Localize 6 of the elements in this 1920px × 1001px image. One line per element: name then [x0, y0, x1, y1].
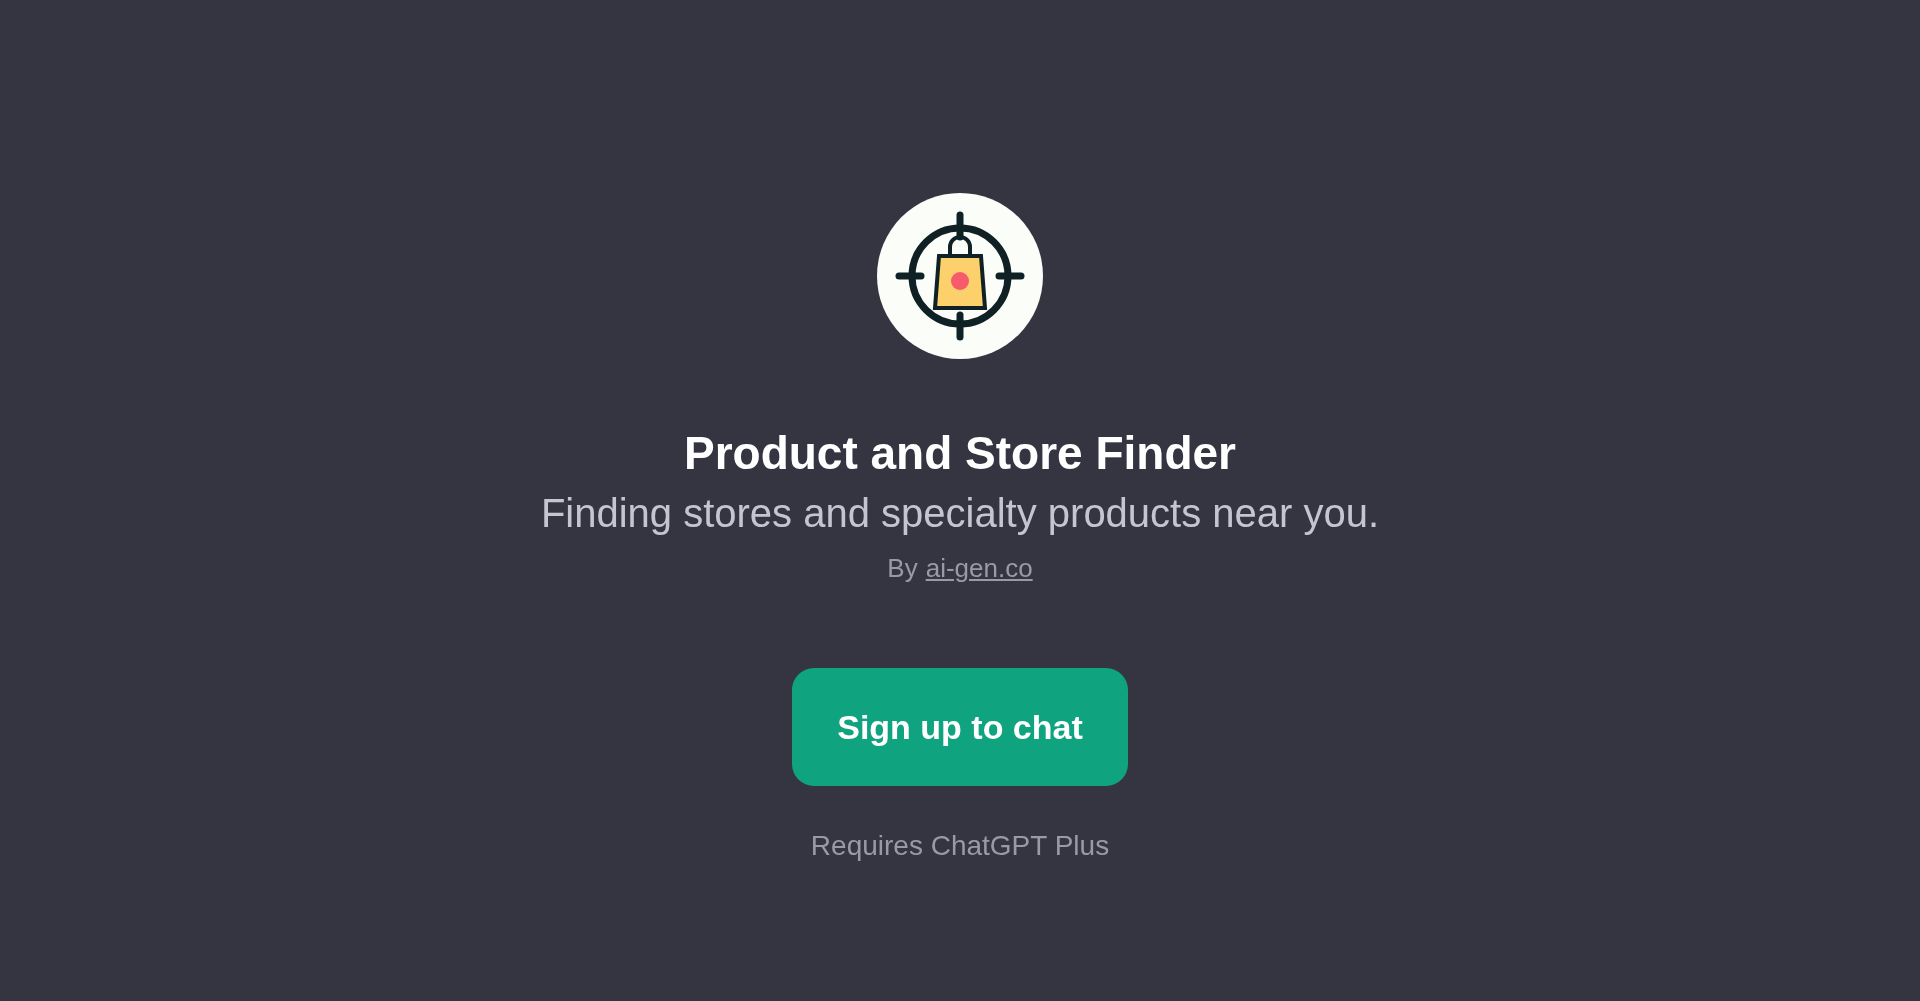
requirement-note: Requires ChatGPT Plus [810, 829, 1110, 863]
author-prefix: By [887, 552, 918, 585]
app-description: Finding stores and specialty products near you. [540, 490, 1380, 537]
sign-up-button[interactable]: Sign up to chat [792, 668, 1128, 786]
app-title: Product and Store Finder [683, 426, 1236, 481]
author-link[interactable]: ai-gen.co [925, 551, 1033, 585]
